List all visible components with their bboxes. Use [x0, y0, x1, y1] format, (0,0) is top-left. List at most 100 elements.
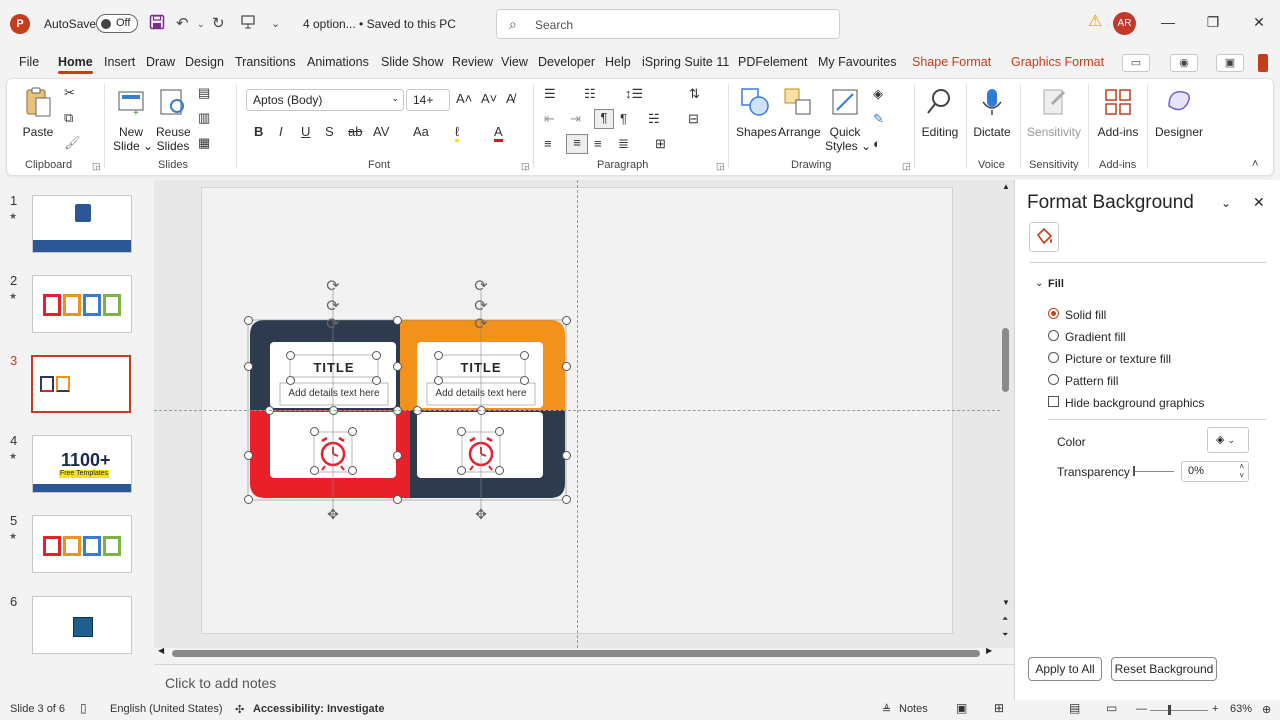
align-left-icon[interactable]: ≡	[544, 136, 552, 151]
resize-handle[interactable]	[372, 351, 381, 360]
resize-handle[interactable]	[457, 466, 466, 475]
spinner-icon[interactable]: ˄ ˅	[1239, 462, 1244, 480]
arrange-button[interactable]: Arrange	[778, 86, 821, 139]
reuse-slides-button[interactable]: Reuse Slides	[156, 86, 191, 153]
fill-section-header[interactable]: Fill	[1048, 278, 1064, 290]
underline-icon[interactable]: U	[301, 124, 310, 139]
close-window-icon[interactable]: ✕	[1249, 14, 1269, 31]
numbering-icon[interactable]: ☷	[584, 86, 596, 102]
fit-to-window-icon[interactable]: ⊕	[1262, 703, 1271, 716]
shadow-icon[interactable]: S	[325, 124, 334, 139]
resize-handle[interactable]	[393, 451, 402, 460]
decrease-indent-icon[interactable]: ⇤	[544, 111, 555, 127]
gradient-fill-label[interactable]: Gradient fill	[1065, 330, 1126, 344]
format-painter-icon[interactable]: 🖌	[64, 135, 81, 151]
undo-icon[interactable]: ↶	[176, 14, 189, 32]
slide-thumbnail-1[interactable]	[32, 195, 132, 253]
undo-dropdown-icon[interactable]: ⌄	[197, 19, 205, 30]
notes-button[interactable]: Notes	[899, 703, 928, 715]
previous-slide-icon[interactable]: ⏶	[1002, 614, 1008, 624]
picture-fill-radio[interactable]	[1048, 352, 1059, 363]
justify-icon[interactable]: ≣	[618, 136, 629, 152]
reset-slide-icon[interactable]: ▥	[198, 110, 210, 126]
record-icon[interactable]: ◉	[1170, 54, 1198, 72]
tab-developer[interactable]: Developer	[538, 55, 595, 69]
align-text-icon[interactable]: ⊟	[688, 111, 699, 127]
zoom-slider[interactable]	[1150, 710, 1208, 711]
rtl-icon[interactable]: ¶	[594, 109, 614, 129]
editing-button[interactable]: Editing	[920, 86, 960, 139]
copy-icon[interactable]: ⧉	[64, 110, 73, 126]
clipboard-launcher-icon[interactable]: ◲	[92, 161, 101, 172]
slideshow-icon[interactable]: ▭	[1106, 701, 1117, 715]
reset-background-button[interactable]: Reset Background	[1111, 657, 1217, 681]
scroll-right-icon[interactable]: ▶	[986, 646, 992, 655]
rotate-handle-icon[interactable]: ⟳	[471, 296, 491, 316]
redo-icon[interactable]: ↻	[212, 14, 225, 32]
resize-handle[interactable]	[562, 451, 571, 460]
notes-toggle-icon[interactable]: ≜	[882, 703, 891, 716]
tab-transitions[interactable]: Transitions	[235, 55, 296, 69]
resize-handle[interactable]	[372, 376, 381, 385]
tab-view[interactable]: View	[501, 55, 528, 69]
increase-indent-icon[interactable]: ⇥	[570, 111, 581, 127]
resize-handle[interactable]	[562, 495, 571, 504]
rotate-handle-icon[interactable]: ⟳	[323, 314, 343, 334]
resize-handle[interactable]	[244, 316, 253, 325]
hide-graphics-label[interactable]: Hide background graphics	[1065, 396, 1204, 410]
scroll-left-icon[interactable]: ◀	[158, 646, 164, 655]
bottom-right-card[interactable]	[417, 412, 543, 478]
scroll-up-icon[interactable]: ▲	[1002, 182, 1010, 191]
picture-fill-label[interactable]: Picture or texture fill	[1065, 352, 1171, 366]
resize-handle[interactable]	[286, 351, 295, 360]
ltr-icon[interactable]: ¶	[620, 111, 627, 126]
resize-handle[interactable]	[348, 466, 357, 475]
font-size-combo[interactable]: 14+	[406, 89, 450, 111]
collapse-ribbon-icon[interactable]: ˄	[1252, 158, 1258, 170]
tab-slide-show[interactable]: Slide Show	[381, 55, 444, 69]
resize-handle[interactable]	[495, 466, 504, 475]
present-icon[interactable]	[240, 14, 256, 34]
quick-styles-button[interactable]: Quick Styles ⌄	[825, 86, 871, 153]
tab-review[interactable]: Review	[452, 55, 493, 69]
restore-icon[interactable]: ❐	[1203, 14, 1223, 31]
shapes-button[interactable]: Shapes	[736, 86, 777, 139]
comments-icon[interactable]: ▭	[1122, 54, 1150, 72]
text-direction-icon[interactable]: ⇅	[689, 86, 700, 102]
card-detail-2[interactable]: Add details text here	[427, 388, 535, 399]
vertical-guide[interactable]	[577, 180, 578, 648]
new-slide-button[interactable]: + New Slide ⌄	[113, 86, 153, 153]
resize-handle[interactable]	[310, 427, 319, 436]
apply-to-all-button[interactable]: Apply to All	[1028, 657, 1102, 681]
italic-icon[interactable]: I	[279, 124, 283, 139]
tab-file[interactable]: File	[19, 55, 39, 69]
align-center-icon[interactable]: ≡	[566, 134, 588, 154]
char-spacing-icon[interactable]: AV	[373, 124, 389, 139]
card-detail-1[interactable]: Add details text here	[280, 388, 388, 399]
horizontal-guide[interactable]	[154, 410, 1000, 411]
card-title-2[interactable]: TITLE	[437, 360, 525, 375]
transparency-slider-thumb[interactable]	[1133, 466, 1135, 476]
vertical-scrollbar[interactable]: ▲ ▼ ⏶ ⏷	[1000, 180, 1012, 648]
section-chevron-icon[interactable]: ⌄	[1035, 278, 1043, 289]
tab-design[interactable]: Design	[185, 55, 224, 69]
vertical-scroll-thumb[interactable]	[1002, 328, 1009, 392]
resize-handle[interactable]	[244, 362, 253, 371]
tab-animations[interactable]: Animations	[307, 55, 369, 69]
present-teams-icon[interactable]: ▣	[1216, 54, 1244, 72]
next-slide-icon[interactable]: ⏷	[1002, 630, 1008, 640]
warning-icon[interactable]: ⚠	[1088, 14, 1104, 30]
paragraph-launcher-icon[interactable]: ◲	[716, 161, 725, 172]
move-handle-icon[interactable]: ✥	[471, 506, 491, 523]
notes-pane[interactable]: Click to add notes	[154, 664, 1014, 698]
tab-shape-format[interactable]: Shape Format	[912, 55, 991, 69]
slide-sorter-icon[interactable]: ⊞	[994, 701, 1004, 715]
color-picker-button[interactable]: ◈ ⌄	[1207, 427, 1249, 453]
minimize-icon[interactable]: —	[1158, 14, 1178, 30]
move-handle-icon[interactable]: ✥	[323, 506, 343, 523]
rotate-handle-icon[interactable]: ⟳	[323, 296, 343, 316]
slide-thumbnail-4[interactable]: 1100+ Free Templates	[32, 435, 132, 493]
bullets-icon[interactable]: ☰	[544, 86, 556, 102]
strikethrough-icon[interactable]: ab	[348, 124, 362, 139]
drawing-launcher-icon[interactable]: ◲	[902, 161, 911, 172]
